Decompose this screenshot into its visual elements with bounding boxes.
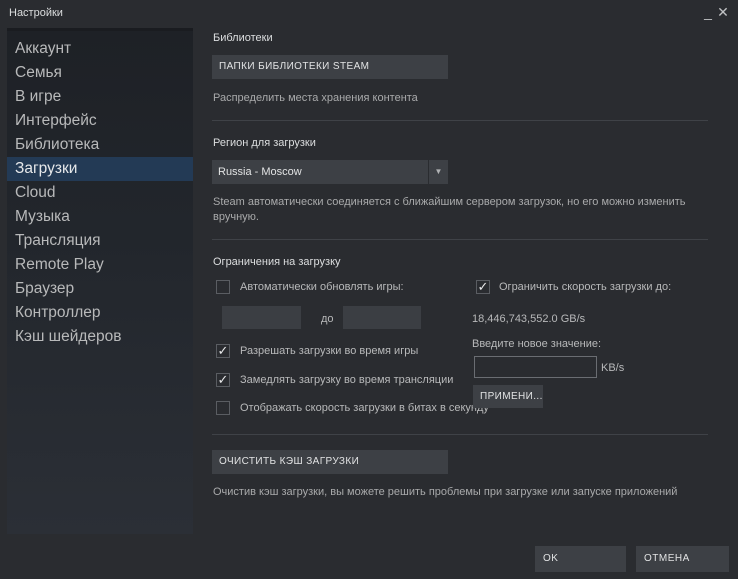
auto-update-label: Автоматически обновлять игры: <box>240 281 404 293</box>
steam-library-folders-button[interactable]: ПАПКИ БИБЛИОТЕКИ STEAM <box>212 55 448 79</box>
downloads-panel: Библиотеки ПАПКИ БИБЛИОТЕКИ STEAM Распре… <box>205 28 725 538</box>
divider <box>212 120 708 121</box>
auto-update-from-input[interactable] <box>222 306 301 329</box>
allow-downloads-in-game-checkbox[interactable]: ✓ <box>216 344 230 358</box>
sidebar-item-remote-play[interactable]: Remote Play <box>7 253 193 277</box>
throttle-broadcast-checkbox[interactable]: ✓ <box>216 373 230 387</box>
divider <box>212 239 708 240</box>
sidebar-item-broadcast[interactable]: Трансляция <box>7 229 193 253</box>
download-region-select[interactable]: Russia - Moscow ▼ <box>212 160 448 184</box>
cancel-button[interactable]: ОТМЕНА <box>636 546 729 572</box>
sidebar-item-account[interactable]: Аккаунт <box>7 37 193 61</box>
apply-limit-button[interactable]: ПРИМЕНИ... <box>473 385 543 408</box>
to-label: до <box>321 313 334 325</box>
region-description: Steam автоматически соединяется с ближай… <box>213 196 686 223</box>
limit-bandwidth-label: Ограничить скорость загрузки до: <box>499 281 672 293</box>
sidebar-item-controller[interactable]: Контроллер <box>7 301 193 325</box>
region-title: Регион для загрузки <box>213 137 316 149</box>
show-bits-checkbox[interactable] <box>216 401 230 415</box>
auto-update-checkbox[interactable] <box>216 280 230 294</box>
sidebar-item-family[interactable]: Семья <box>7 61 193 85</box>
throttle-broadcast-label: Замедлять загрузку во время трансляции <box>240 374 454 386</box>
minimize-icon[interactable]: _ <box>701 4 715 20</box>
settings-sidebar: Аккаунт Семья В игре Интерфейс Библиотек… <box>7 28 193 534</box>
sidebar-item-cloud[interactable]: Cloud <box>7 181 193 205</box>
sidebar-item-browser[interactable]: Браузер <box>7 277 193 301</box>
show-bits-label: Отображать скорость загрузки в битах в с… <box>240 402 489 414</box>
allow-downloads-in-game-label: Разрешать загрузки во время игры <box>240 345 419 357</box>
bandwidth-limit-input[interactable] <box>474 356 597 378</box>
cache-description: Очистив кэш загрузки, вы можете решить п… <box>213 486 678 498</box>
sidebar-item-in-game[interactable]: В игре <box>7 85 193 109</box>
clear-download-cache-button[interactable]: ОЧИСТИТЬ КЭШ ЗАГРУЗКИ <box>212 450 448 474</box>
auto-update-to-input[interactable] <box>343 306 421 329</box>
close-icon[interactable]: ✕ <box>716 4 730 20</box>
ok-button[interactable]: OK <box>535 546 626 572</box>
sidebar-item-downloads[interactable]: Загрузки <box>7 157 193 181</box>
libraries-description: Распределить места хранения контента <box>213 92 418 104</box>
sidebar-item-library[interactable]: Библиотека <box>7 133 193 157</box>
divider <box>212 434 708 435</box>
sidebar-item-shader-cache[interactable]: Кэш шейдеров <box>7 325 193 349</box>
title-bar: Настройки _ ✕ <box>0 0 738 28</box>
unit-label: KB/s <box>601 362 625 374</box>
libraries-title: Библиотеки <box>213 32 273 44</box>
new-value-label: Введите новое значение: <box>472 338 602 350</box>
chevron-down-icon: ▼ <box>428 160 448 184</box>
window-title: Настройки <box>9 7 63 19</box>
download-region-value: Russia - Moscow <box>218 166 302 178</box>
sidebar-item-interface[interactable]: Интерфейс <box>7 109 193 133</box>
limit-bandwidth-checkbox[interactable]: ✓ <box>476 280 490 294</box>
sidebar-item-music[interactable]: Музыка <box>7 205 193 229</box>
download-limits-title: Ограничения на загрузку <box>213 256 341 268</box>
current-bandwidth-limit: 18,446,743,552.0 GB/s <box>472 313 586 325</box>
